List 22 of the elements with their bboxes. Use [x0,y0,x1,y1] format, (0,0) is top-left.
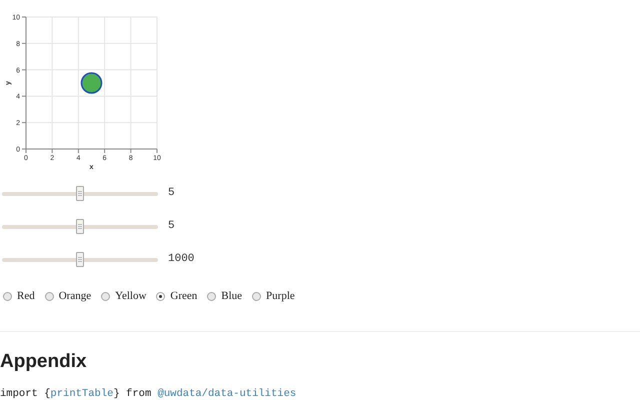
slider-value: 5 [168,219,175,234]
radio-button[interactable] [156,292,166,301]
radio-option[interactable]: Orange [44,288,92,304]
radio-button[interactable] [44,292,54,301]
import-statement: import {printTable} from @uwdata/data-utilities [0,387,298,400]
radio-option[interactable]: Yellow [101,288,146,304]
slider-thumb[interactable] [76,252,84,266]
slider-thumb[interactable] [76,218,84,234]
slider-thumb[interactable] [76,186,84,200]
slider-value: 5 [168,186,175,202]
section-heading: Appendix [0,350,88,374]
radio-option[interactable]: Blue [207,288,242,304]
data-point [80,72,102,94]
radio-button[interactable] [101,292,110,301]
radio-option[interactable]: Red [3,288,35,304]
slider-value: 1000 [168,252,194,268]
module-link[interactable]: @uwdata/data-utilities [158,388,296,400]
radio-button[interactable] [207,292,216,301]
radio-button[interactable] [3,292,12,301]
radio-button[interactable] [252,292,262,301]
radio-option[interactable]: Purple [252,288,295,304]
radio-option[interactable]: Green [156,288,198,304]
